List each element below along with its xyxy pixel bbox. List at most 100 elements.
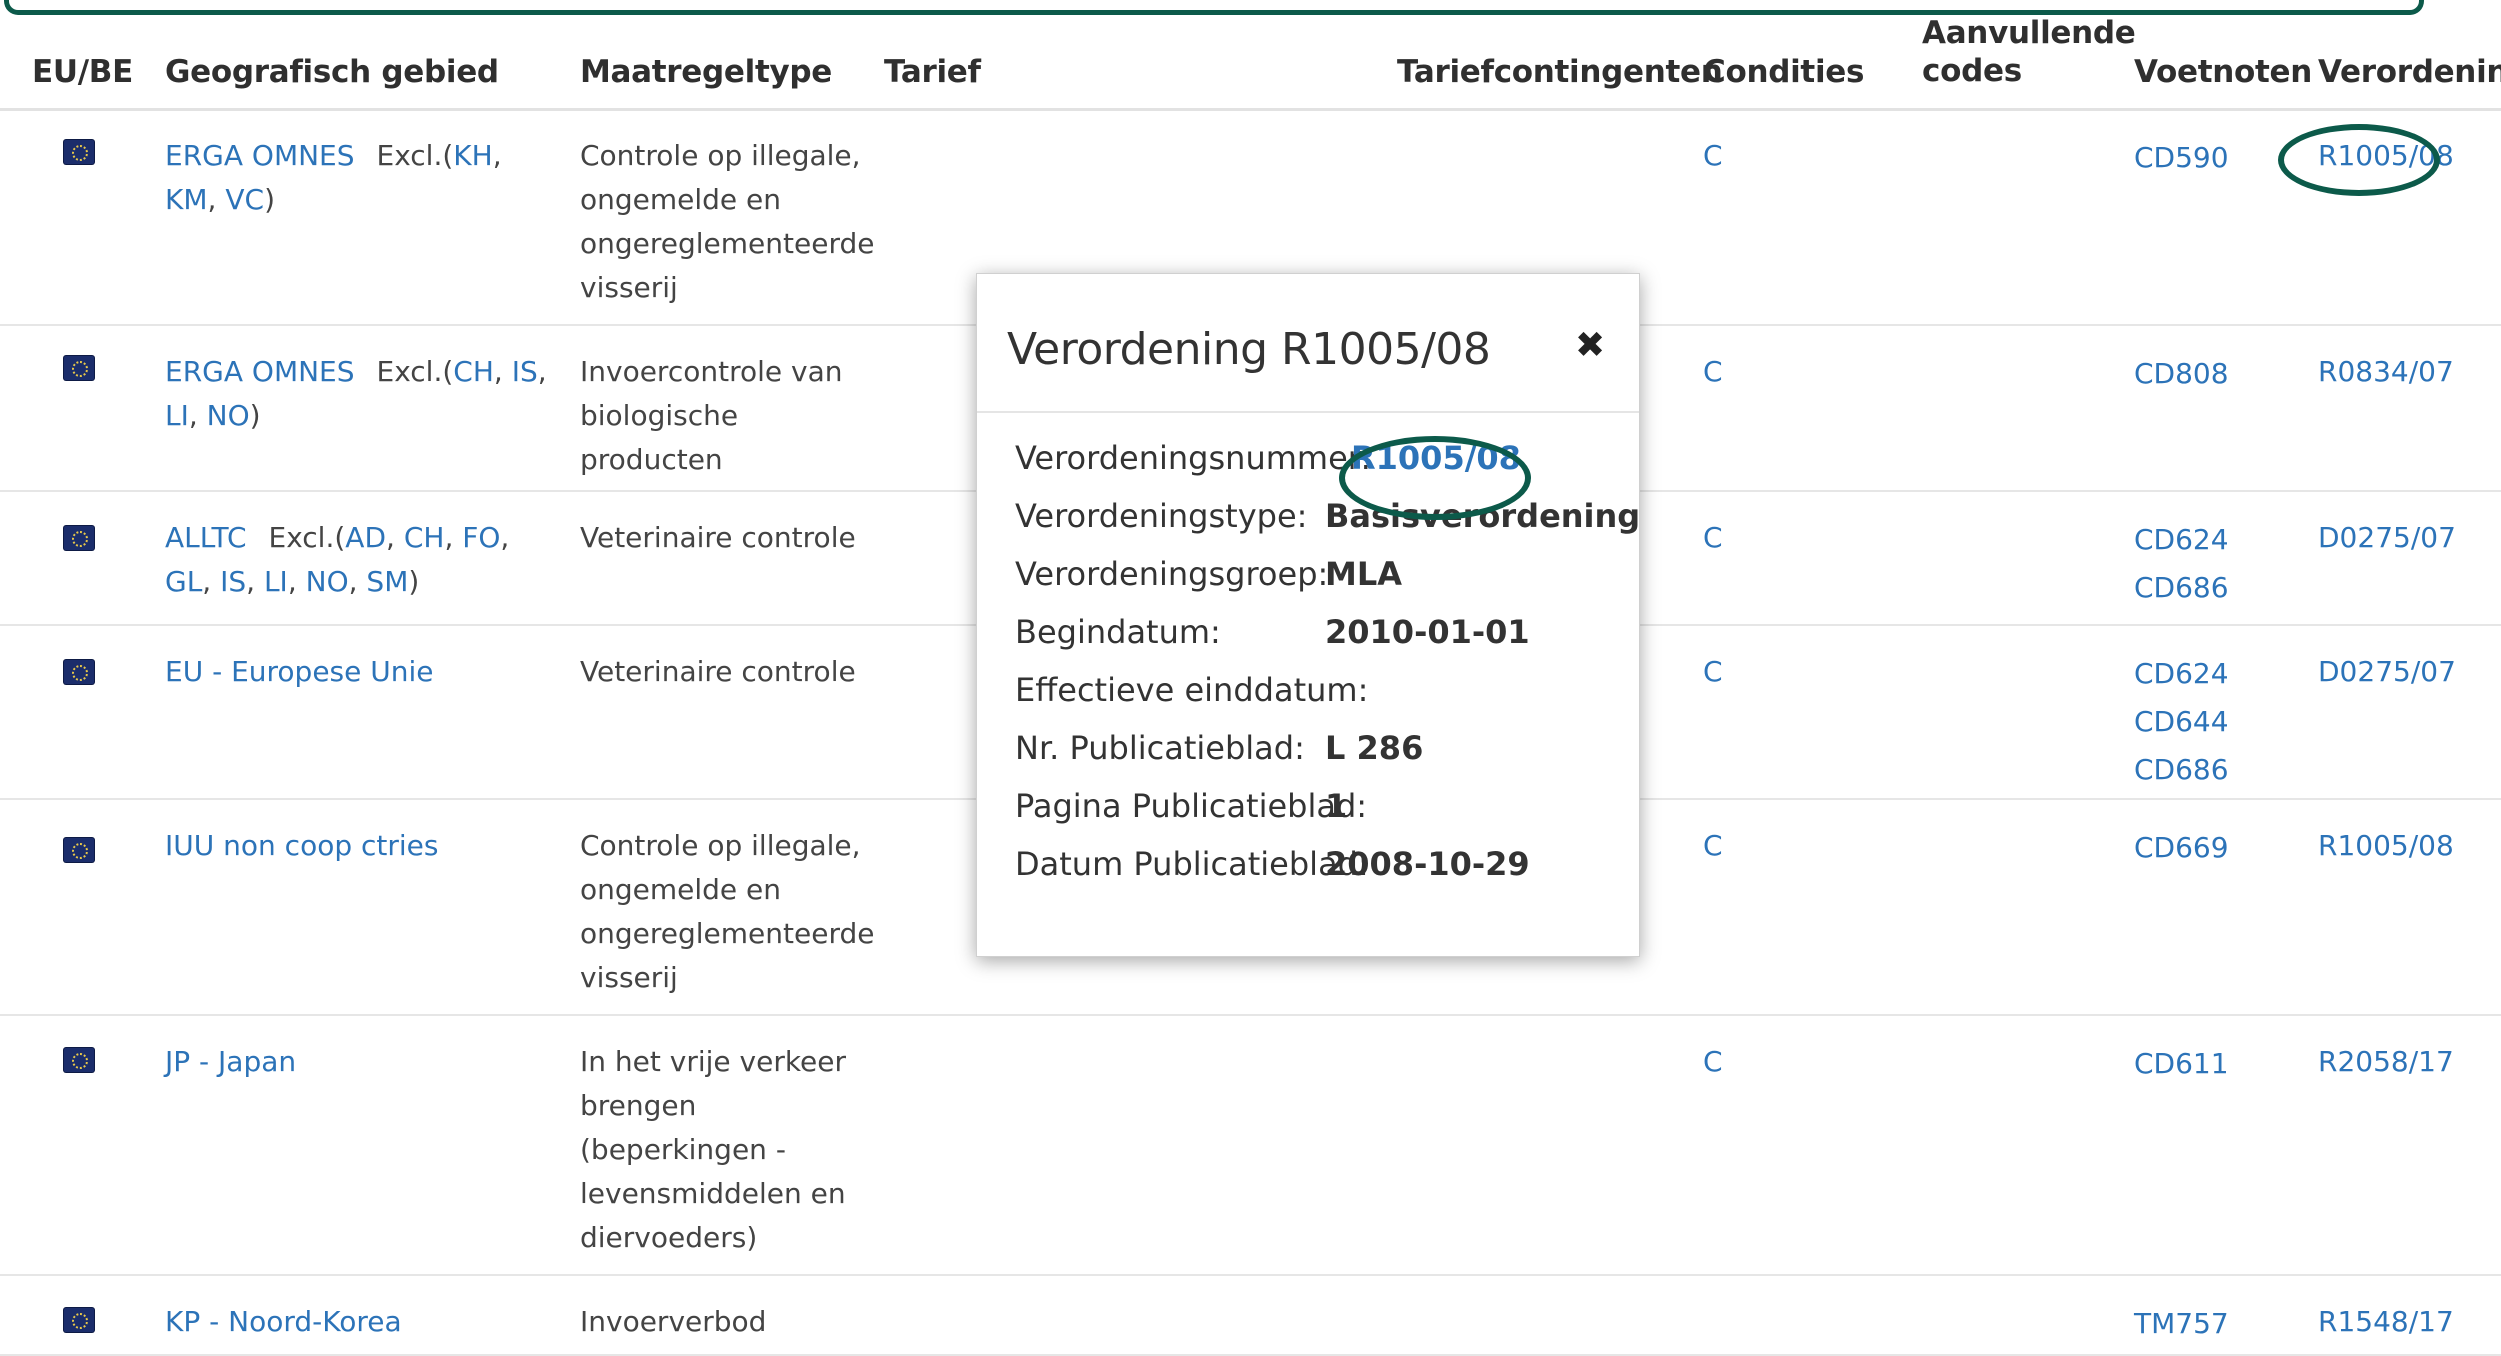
- geo-cell: KP - Noord-Korea: [165, 1300, 555, 1344]
- col-tariefcontingenten-header[interactable]: Tariefcontingenten: [1397, 53, 1723, 91]
- maatregel-line: Controle op illegale,: [580, 829, 861, 862]
- voetnoot-link[interactable]: TM757: [2134, 1300, 2229, 1348]
- verordening-link[interactable]: D0275/07: [2318, 516, 2456, 560]
- excl-separator: ): [264, 183, 275, 216]
- voetnoot-link[interactable]: CD624: [2134, 650, 2229, 698]
- condities-link[interactable]: C: [1703, 824, 1723, 868]
- geo-cell: IUU non coop ctries: [165, 824, 555, 868]
- condities-link[interactable]: C: [1703, 1040, 1723, 1084]
- col-maatregel-header[interactable]: Maatregeltype: [580, 53, 832, 91]
- voetnoot-link[interactable]: CD624: [2134, 516, 2229, 564]
- voetnoot-link[interactable]: CD611: [2134, 1040, 2229, 1088]
- excluded-country-link[interactable]: IS: [220, 565, 246, 598]
- geo-link[interactable]: EU - Europese Unie: [165, 655, 434, 688]
- condities-link[interactable]: C: [1703, 516, 1723, 560]
- popup-field-value: MLA: [1325, 555, 1402, 593]
- maatregel-line: Invoerverbod: [580, 1305, 767, 1338]
- excluded-country-link[interactable]: AD: [345, 521, 386, 554]
- eu-flag-icon: [64, 140, 94, 164]
- voetnoot-link[interactable]: CD686: [2134, 746, 2229, 794]
- excluded-country-link[interactable]: SM: [366, 565, 408, 598]
- geo-cell: ERGA OMNES Excl.(CH, IS, LI, NO): [165, 350, 555, 438]
- maatregel-line: diervoeders): [580, 1221, 758, 1254]
- maatregel-line: ongereglementeerde: [580, 227, 875, 260]
- excl-separator: ,: [537, 355, 547, 388]
- geo-cell: ERGA OMNES Excl.(KH, KM, VC): [165, 134, 555, 222]
- popup-field-value: L 286: [1325, 729, 1424, 767]
- excluded-country-link[interactable]: GL: [165, 565, 202, 598]
- header-line: codes: [1922, 53, 2022, 89]
- popup-field-row: Effectieve einddatum:: [1015, 671, 1625, 709]
- verordening-link[interactable]: R1005/08: [2318, 134, 2454, 178]
- condities-link[interactable]: C: [1703, 350, 1723, 394]
- excluded-country-link[interactable]: VC: [225, 183, 264, 216]
- verordening-link[interactable]: D0275/07: [2318, 650, 2456, 694]
- excluded-country-link[interactable]: NO: [306, 565, 349, 598]
- excluded-country-link[interactable]: CH: [453, 355, 494, 388]
- excluded-country-link[interactable]: IS: [512, 355, 538, 388]
- geo-link[interactable]: KP - Noord-Korea: [165, 1305, 402, 1338]
- excluded-country-link[interactable]: LI: [165, 399, 189, 432]
- maatregel-line: producten: [580, 443, 723, 476]
- verordening-link[interactable]: R2058/17: [2318, 1040, 2454, 1084]
- maatregel-line: visserij: [580, 961, 678, 994]
- popup-field-label: Begindatum:: [1015, 613, 1221, 651]
- excluded-country-link[interactable]: FO: [462, 521, 500, 554]
- geo-link[interactable]: IUU non coop ctries: [165, 829, 438, 862]
- geo-link[interactable]: ERGA OMNES: [165, 355, 355, 388]
- eu-flag-icon: [64, 356, 94, 380]
- geo-link[interactable]: ALLTC: [165, 521, 247, 554]
- verordening-link[interactable]: R0834/07: [2318, 350, 2454, 394]
- table-row: JP - Japan In het vrije verkeer brengen (be…: [0, 1014, 2501, 1276]
- geo-link[interactable]: ERGA OMNES: [165, 139, 355, 172]
- excl-separator: ): [408, 565, 420, 598]
- verordeningsnummer-link[interactable]: R1005/08: [1351, 439, 1521, 477]
- popup-field-value: 1: [1325, 787, 1348, 825]
- excl-separator: ,: [386, 521, 404, 554]
- eu-flag-icon: [64, 838, 94, 862]
- geo-excl-prefix: Excl.(: [268, 521, 346, 554]
- verordening-popup: Verordening R1005/08 ✖ Verordeningsnumme…: [976, 273, 1640, 957]
- excl-separator: ,: [202, 565, 221, 598]
- popup-field-label: Verordeningsnummer:: [1015, 439, 1372, 477]
- popup-field-row: Verordeningsgroep: MLA: [1015, 555, 1625, 593]
- voetnoot-link[interactable]: CD686: [2134, 564, 2229, 612]
- voetnoot-link[interactable]: CD644: [2134, 698, 2229, 746]
- condities-link[interactable]: C: [1703, 650, 1723, 694]
- col-condities-header[interactable]: Condities: [1703, 53, 1864, 91]
- maatregel-cell: Controle op illegale, ongemelde en ongereg…: [580, 824, 880, 1000]
- popup-field-label: Datum Publicatieblad:: [1015, 845, 1369, 883]
- close-icon[interactable]: ✖: [1575, 326, 1605, 366]
- table-row: KP - Noord-Korea Invoerverbod TM757 R1548/1…: [0, 1274, 2501, 1356]
- geo-link[interactable]: JP - Japan: [165, 1045, 296, 1078]
- popup-divider: [977, 411, 1639, 413]
- excluded-country-link[interactable]: KM: [165, 183, 208, 216]
- maatregel-line: ongemelde en: [580, 873, 782, 906]
- geo-cell: EU - Europese Unie: [165, 650, 555, 694]
- col-tarief-header[interactable]: Tarief: [884, 53, 981, 91]
- excluded-country-link[interactable]: NO: [207, 399, 250, 432]
- voetnoot-link[interactable]: CD590: [2134, 134, 2229, 182]
- condities-link[interactable]: C: [1703, 134, 1723, 178]
- popup-field-label: Verordeningstype:: [1015, 497, 1308, 535]
- excluded-country-link[interactable]: KH: [453, 139, 492, 172]
- verordening-link[interactable]: R1548/17: [2318, 1300, 2454, 1344]
- geo-excl-prefix: Excl.(: [376, 355, 454, 388]
- voetnoot-link[interactable]: CD669: [2134, 824, 2229, 872]
- col-voetnoten-header[interactable]: Voetnoten: [2134, 53, 2312, 91]
- geo-excl-prefix: Excl.(: [376, 139, 454, 172]
- voetnoot-link[interactable]: CD808: [2134, 350, 2229, 398]
- excl-separator: ,: [246, 565, 264, 598]
- col-verordening-header[interactable]: Verordening: [2318, 53, 2501, 91]
- col-eubel-header: EU/BE: [32, 54, 133, 90]
- col-aanvullende-codes-header[interactable]: Aanvullende codes: [1922, 14, 2136, 90]
- excl-separator: ,: [188, 399, 207, 432]
- excluded-country-link[interactable]: LI: [264, 565, 288, 598]
- excluded-country-link[interactable]: CH: [404, 521, 445, 554]
- excl-separator: ,: [500, 521, 510, 554]
- verordening-link[interactable]: R1005/08: [2318, 824, 2454, 868]
- excl-separator: ,: [348, 565, 367, 598]
- col-geo-header[interactable]: Geografisch gebied: [165, 53, 499, 91]
- maatregel-cell: Controle op illegale, ongemelde en ongereg…: [580, 134, 880, 310]
- excl-separator: ): [249, 399, 261, 432]
